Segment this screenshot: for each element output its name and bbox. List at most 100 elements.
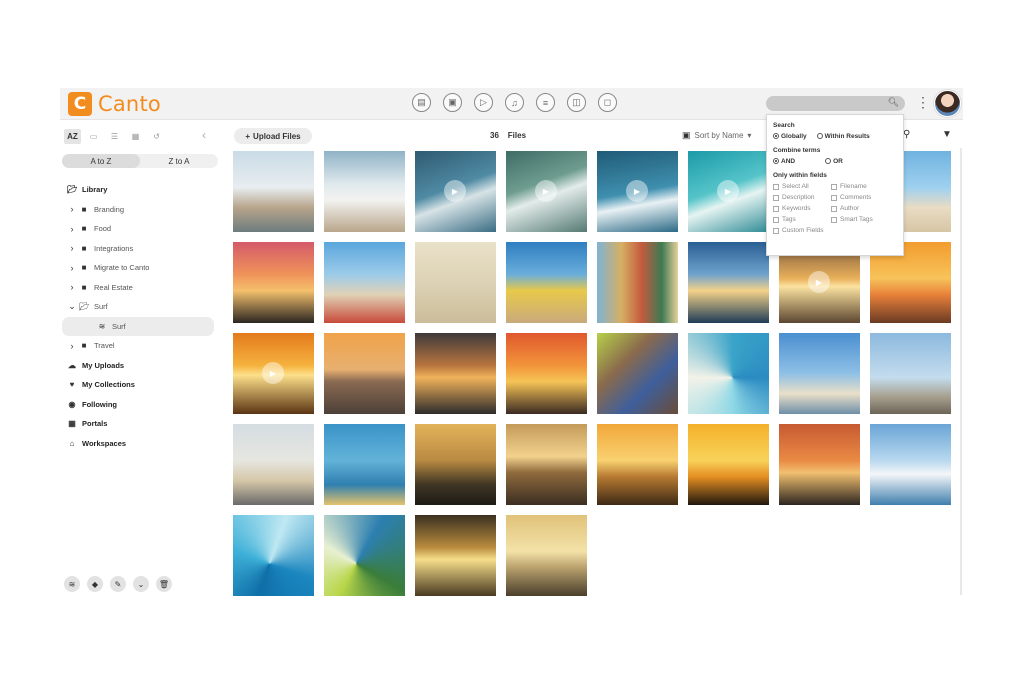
tree-item-travel[interactable]: › ■ Travel <box>66 336 216 356</box>
tree-item-surf[interactable]: ⌄ 📂︎ Surf <box>66 297 216 317</box>
asset-thumbnail[interactable] <box>415 424 496 505</box>
presentation-icon[interactable]: ◫ <box>567 93 586 112</box>
asset-thumbnail[interactable]: ▶ <box>597 151 678 232</box>
asset-thumbnail[interactable]: ▶ <box>506 151 587 232</box>
asset-thumbnail[interactable]: ▶ <box>415 151 496 232</box>
tree-item-surf-album[interactable]: ≋ Surf <box>62 316 214 336</box>
chevron-right-icon[interactable]: › <box>66 282 78 292</box>
asset-thumbnail[interactable]: ▶ <box>233 333 314 414</box>
video-play-icon[interactable]: ▶ <box>444 180 466 202</box>
sort-z-to-a[interactable]: Z to A <box>140 154 218 168</box>
tree-item-portals[interactable]: ▦ Portals <box>66 414 216 434</box>
asset-thumbnail[interactable] <box>324 151 405 232</box>
chevron-right-icon[interactable]: › <box>66 204 78 214</box>
kebab-icon[interactable]: ⋮ <box>916 94 930 110</box>
chevron-right-icon[interactable]: › <box>66 263 78 273</box>
video-play-icon[interactable]: ▶ <box>717 180 739 202</box>
asset-thumbnail[interactable] <box>506 424 587 505</box>
search-icon[interactable]: 🔍︎ <box>888 97 899 108</box>
chevron-right-icon[interactable]: › <box>66 243 78 253</box>
asset-thumbnail[interactable] <box>506 515 587 596</box>
field-checkbox-smart-tags[interactable]: Smart Tags <box>831 216 889 223</box>
tree-item-following[interactable]: ◉ Following <box>66 395 216 415</box>
asset-thumbnail[interactable] <box>233 424 314 505</box>
field-checkbox-filename[interactable]: Filename <box>831 183 889 190</box>
asset-thumbnail[interactable] <box>597 333 678 414</box>
tree-item-my-collections[interactable]: ♥ My Collections <box>66 375 216 395</box>
tree-item-library[interactable]: 📂︎ Library <box>66 180 216 200</box>
asset-thumbnail[interactable] <box>688 424 769 505</box>
chevron-down-icon[interactable]: ⌄ <box>66 301 78 312</box>
video-play-icon[interactable]: ▶ <box>626 180 648 202</box>
history-icon[interactable]: ↺ <box>148 129 165 144</box>
text-document-icon[interactable]: ≡ <box>536 93 555 112</box>
field-checkbox-description[interactable]: Description <box>773 194 831 201</box>
calendar-icon[interactable]: ▭ <box>85 129 102 144</box>
asset-thumbnail[interactable] <box>597 424 678 505</box>
az-view-tab[interactable]: AZ <box>64 129 81 144</box>
asset-thumbnail[interactable] <box>415 242 496 323</box>
document-icon[interactable]: ▤ <box>412 93 431 112</box>
video-play-icon[interactable]: ▷ <box>474 93 493 112</box>
stack-icon[interactable]: ≋ <box>64 576 80 592</box>
tree-item-integrations[interactable]: › ■ Integrations <box>66 239 216 259</box>
scope-within-results-radio[interactable]: Within Results <box>816 133 870 140</box>
asset-thumbnail[interactable] <box>506 242 587 323</box>
canto-logo[interactable]: C Canto <box>68 92 161 116</box>
tree-item-branding[interactable]: › ■ Branding <box>66 200 216 220</box>
edit-icon[interactable]: ✎ <box>110 576 126 592</box>
list-icon[interactable]: ☰ <box>106 129 123 144</box>
asset-thumbnail[interactable] <box>233 151 314 232</box>
combine-and-radio[interactable]: AND <box>773 158 795 165</box>
asset-thumbnail[interactable] <box>415 333 496 414</box>
asset-thumbnail[interactable]: ▶ <box>688 151 769 232</box>
image-icon[interactable]: ▣ <box>443 93 462 112</box>
tree-item-real-estate[interactable]: › ■ Real Estate <box>66 278 216 298</box>
sort-a-to-z[interactable]: A to Z <box>62 154 140 168</box>
asset-thumbnail[interactable] <box>688 242 769 323</box>
asset-thumbnail[interactable] <box>324 333 405 414</box>
asset-thumbnail[interactable] <box>506 333 587 414</box>
asset-thumbnail[interactable] <box>233 515 314 596</box>
other-file-icon[interactable]: ◻ <box>598 93 617 112</box>
video-play-icon[interactable]: ▶ <box>262 362 284 384</box>
asset-thumbnail[interactable] <box>233 242 314 323</box>
field-checkbox-select-all[interactable]: Select All <box>773 183 831 190</box>
video-play-icon[interactable]: ▶ <box>808 271 830 293</box>
asset-thumbnail[interactable] <box>870 333 951 414</box>
field-checkbox-comments[interactable]: Comments <box>831 194 889 201</box>
combine-or-radio[interactable]: OR <box>825 158 843 165</box>
video-play-icon[interactable]: ▶ <box>535 180 557 202</box>
chevron-right-icon[interactable]: › <box>66 341 78 351</box>
asset-thumbnail[interactable] <box>597 242 678 323</box>
collapse-sidebar-icon[interactable]: ‹ <box>202 128 206 142</box>
asset-thumbnail[interactable] <box>415 515 496 596</box>
trash-icon[interactable]: 🗑︎ <box>156 576 172 592</box>
asset-thumbnail[interactable] <box>324 242 405 323</box>
field-checkbox-tags[interactable]: Tags <box>773 216 831 223</box>
user-avatar[interactable] <box>934 90 961 117</box>
field-checkbox-author[interactable]: Author <box>831 205 889 212</box>
asset-thumbnail[interactable] <box>779 424 860 505</box>
field-checkbox-custom-fields[interactable]: Custom Fields <box>773 227 831 234</box>
asset-thumbnail[interactable] <box>324 515 405 596</box>
tree-item-workspaces[interactable]: ⌂ Workspaces <box>66 434 216 454</box>
location-pin-icon[interactable]: ⚲ <box>903 129 910 140</box>
asset-thumbnail[interactable] <box>779 333 860 414</box>
scrollbar[interactable] <box>960 148 962 595</box>
sort-by-dropdown[interactable]: ▣ Sort by Name ▾ <box>682 130 751 141</box>
search-input[interactable]: 🔍︎ <box>766 96 905 111</box>
upload-files-button[interactable]: + Upload Files <box>234 128 312 144</box>
tree-item-my-uploads[interactable]: ☁ My Uploads <box>66 356 216 376</box>
chevron-right-icon[interactable]: › <box>66 224 78 234</box>
table-icon[interactable]: ▦ <box>127 129 144 144</box>
tag-icon[interactable]: ◆ <box>87 576 103 592</box>
tree-item-food[interactable]: › ■ Food <box>66 219 216 239</box>
audio-icon[interactable]: ♫ <box>505 93 524 112</box>
asset-thumbnail[interactable] <box>870 424 951 505</box>
asset-thumbnail[interactable] <box>324 424 405 505</box>
tree-item-migrate-to-canto[interactable]: › ■ Migrate to Canto <box>66 258 216 278</box>
asset-thumbnail[interactable] <box>688 333 769 414</box>
filter-icon[interactable]: ▼ <box>942 129 952 140</box>
field-checkbox-keywords[interactable]: Keywords <box>773 205 831 212</box>
